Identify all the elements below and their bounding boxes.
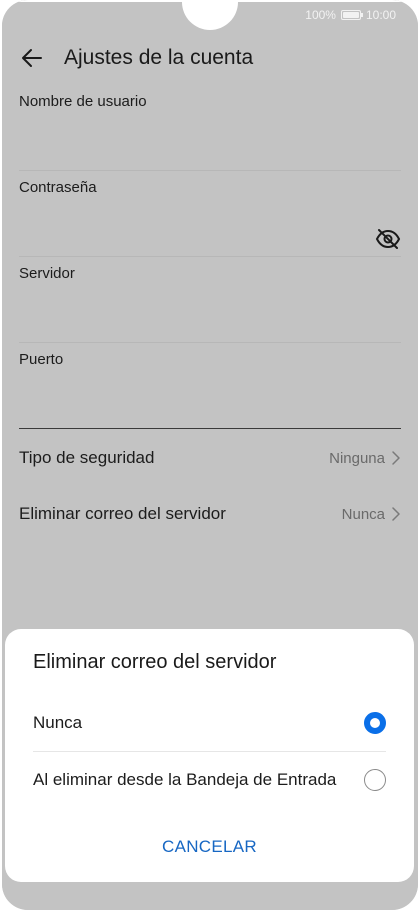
security-type-label: Tipo de seguridad — [19, 448, 155, 467]
delete-from-server-value-group: Nunca — [342, 506, 401, 523]
app-bar: Ajustes de la cuenta — [2, 36, 418, 80]
toggle-password-visibility-button[interactable] — [375, 228, 401, 250]
clock: 10:00 — [365, 8, 396, 22]
username-label: Nombre de usuario — [19, 93, 147, 110]
server-field: Servidor — [19, 257, 401, 343]
password-input[interactable] — [19, 209, 371, 249]
server-input[interactable] — [19, 295, 371, 335]
security-type-row[interactable]: Tipo de seguridad Ninguna — [19, 430, 401, 486]
chevron-right-icon — [392, 507, 400, 521]
security-type-value: Ninguna — [329, 449, 385, 467]
password-label: Contraseña — [19, 179, 97, 196]
radio-unselected[interactable] — [364, 769, 386, 791]
radio-selected[interactable] — [364, 712, 386, 734]
camera-notch — [182, 0, 238, 30]
server-label: Servidor — [19, 265, 75, 282]
battery-percent: 100% — [305, 8, 336, 22]
back-button[interactable] — [18, 44, 46, 72]
delete-from-server-row[interactable]: Eliminar correo del servidor Nunca — [19, 486, 401, 542]
option-on-delete-from-inbox[interactable]: Al eliminar desde la Bandeja de Entrada — [33, 752, 386, 808]
security-type-value-group: Ninguna — [329, 450, 401, 467]
delete-from-server-label: Eliminar correo del servidor — [19, 504, 226, 523]
phone-frame: 100% 10:00 Ajustes de la cuenta Nombre d… — [2, 0, 418, 910]
password-field: Contraseña — [19, 171, 401, 257]
option-label: Nunca — [33, 713, 83, 732]
port-input[interactable] — [19, 381, 371, 421]
cancel-button[interactable]: CANCELAR — [5, 837, 414, 857]
port-field: Puerto — [19, 343, 401, 429]
port-label: Puerto — [19, 351, 64, 368]
arrow-left-icon — [22, 49, 42, 67]
delete-from-server-dialog: Eliminar correo del servidor Nunca Al el… — [5, 629, 414, 882]
status-bar: 100% 10:00 — [305, 8, 396, 22]
page-title: Ajustes de la cuenta — [64, 46, 254, 69]
battery-icon — [340, 10, 363, 20]
screen: 100% 10:00 Ajustes de la cuenta Nombre d… — [2, 0, 418, 910]
delete-from-server-value: Nunca — [341, 505, 385, 523]
chevron-right-icon — [392, 451, 400, 465]
dialog-title: Eliminar correo del servidor — [33, 651, 277, 673]
eye-off-icon — [375, 229, 401, 249]
option-never[interactable]: Nunca — [33, 695, 386, 751]
username-input[interactable] — [19, 123, 371, 163]
option-label: Al eliminar desde la Bandeja de Entrada — [33, 770, 337, 789]
username-field: Nombre de usuario — [19, 85, 401, 171]
